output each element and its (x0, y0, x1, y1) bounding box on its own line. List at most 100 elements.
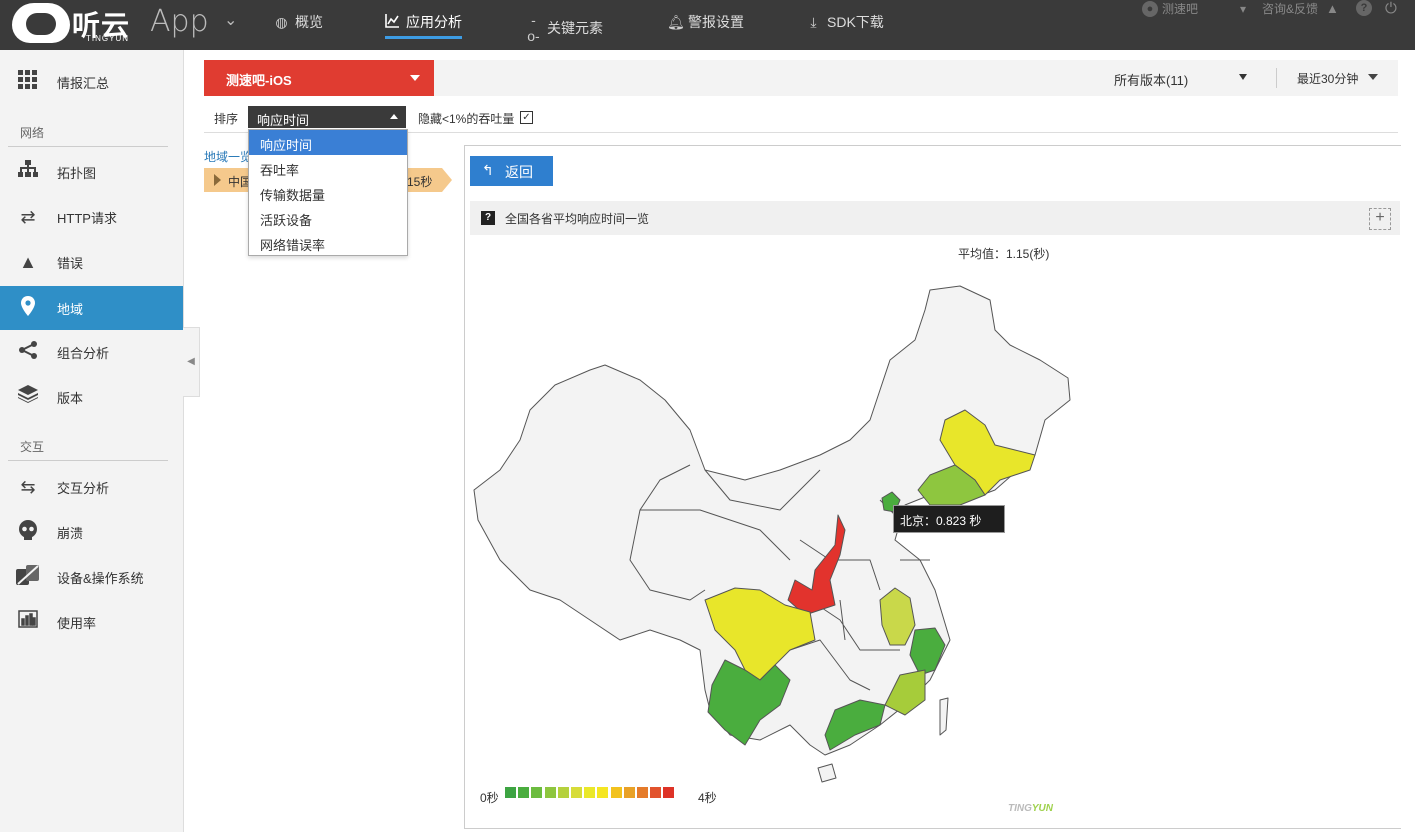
nav-key-elements[interactable]: -o- 关键元素 (526, 12, 603, 44)
time-range-selector[interactable]: 最近30分钟 (1297, 70, 1358, 87)
power-icon[interactable]: ⏻ (1385, 0, 1397, 17)
hide-low-throughput-checkbox[interactable]: ✓ (520, 111, 533, 124)
cloud-logo-icon (12, 3, 70, 43)
legend-swatch (544, 787, 556, 798)
user-name: 测速吧 (1162, 2, 1199, 16)
user-menu[interactable]: ● 测速吧 (1142, 0, 1198, 17)
tingyun-watermark: TINGYUN (1008, 803, 1054, 814)
sidebar-item-http[interactable]: ⇄ HTTP请求 (0, 195, 183, 239)
sidebar-item-label: 组合分析 (57, 345, 110, 361)
legend-swatch (531, 787, 543, 798)
map-tooltip: 北京：0.823 秒 (893, 505, 1005, 533)
feedback-label: 咨询&反馈 (1262, 2, 1319, 16)
app-header-bar: 测速吧-iOS 所有版本(11) 最近30分钟 (204, 60, 1398, 96)
sort-option-network-error-rate[interactable]: 网络错误率 (249, 230, 407, 255)
location-pin-icon (16, 296, 40, 320)
nav-alert-settings[interactable]: 🔔︎ 警报设置 (667, 12, 744, 32)
sort-option-data-volume[interactable]: 传输数据量 (249, 180, 407, 205)
feedback-link[interactable]: 咨询&反馈 ▲ (1262, 0, 1339, 17)
expand-icon[interactable]: + (1369, 208, 1391, 230)
help-icon[interactable]: ? (1356, 0, 1372, 16)
sidebar-item-label: HTTP请求 (57, 210, 117, 226)
legend-swatch (584, 787, 596, 798)
sort-selected-value: 响应时间 (257, 113, 310, 128)
device-os-icon (16, 565, 40, 589)
app-selector[interactable]: 测速吧-iOS (204, 60, 434, 96)
logo-subtext: TINGYUN (86, 34, 129, 43)
sidebar-item-label: 地域 (57, 301, 84, 317)
nav-key-elements-label: 关键元素 (547, 20, 603, 36)
legend-swatch (610, 787, 622, 798)
tooltip-text: 北京：0.823 秒 (900, 514, 982, 528)
back-button[interactable]: ↰ 返回 (470, 156, 553, 186)
legend-swatch (637, 787, 648, 798)
sidebar-group-network: 网络 (20, 126, 45, 140)
sidebar-item-usage[interactable]: 使用率 (0, 600, 183, 644)
version-selector[interactable]: 所有版本(11) (1114, 70, 1188, 89)
divider (8, 460, 168, 461)
nav-overview-label: 概览 (295, 14, 323, 30)
sidebar-item-combined-analysis[interactable]: 组合分析 (0, 330, 183, 374)
legend-low-label: 0秒 (480, 791, 499, 805)
user-avatar-icon: ● (1142, 0, 1158, 17)
sidebar-item-label: 使用率 (57, 615, 97, 631)
legend-swatch (623, 787, 635, 798)
chevron-down-icon[interactable]: ⌄ (224, 10, 237, 30)
play-triangle-icon (214, 174, 221, 186)
top-navigation-bar: 听云 TINGYUN App ⌄ ◍ 概览 应用分析 -o- 关键元素 🔔︎ 警… (0, 0, 1415, 50)
caret-down-icon[interactable] (1368, 74, 1378, 80)
sidebar-item-label: 版本 (57, 390, 84, 406)
sidebar-item-label: 交互分析 (57, 480, 110, 496)
sidebar-item-interaction-analysis[interactable]: ⇆ 交互分析 (0, 465, 183, 509)
region-value: 15秒 (407, 175, 433, 189)
legend-swatch (571, 787, 582, 798)
province-taiwan (939, 697, 949, 736)
caret-down-icon[interactable]: ▾ (1240, 2, 1246, 16)
sidebar-item-label: 设备&操作系统 (57, 570, 144, 586)
sidebar-item-crash[interactable]: 崩溃 (0, 510, 183, 554)
legend-swatch (597, 787, 609, 798)
sort-option-throughput[interactable]: 吞吐率 (249, 155, 407, 180)
nav-alert-settings-label: 警报设置 (688, 14, 744, 30)
sidebar-item-label: 情报汇总 (57, 75, 110, 91)
sort-dropdown-menu: 响应时间 吞吐率 传输数据量 活跃设备 网络错误率 (248, 129, 408, 256)
sidebar-item-device-os[interactable]: 设备&操作系统 (0, 555, 183, 599)
nav-sdk-download[interactable]: ⤓ SDK下载 (806, 12, 883, 32)
sidebar-item-topology[interactable]: 拓扑图 (0, 150, 183, 194)
swap-arrows-icon: ⇄ (20, 207, 36, 227)
nav-app-analysis-label: 应用分析 (406, 14, 462, 30)
product-label[interactable]: App (150, 4, 209, 39)
caret-down-icon[interactable] (1239, 74, 1247, 80)
province-hainan (817, 763, 837, 783)
tingyun-logo[interactable]: 听云 TINGYUN (12, 2, 137, 46)
breadcrumb[interactable]: 地域一览 (204, 148, 252, 165)
caret-up-icon (390, 114, 398, 119)
nav-overview[interactable]: ◍ 概览 (274, 12, 323, 32)
sidebar-item-summary[interactable]: 情报汇总 (0, 60, 183, 104)
sort-select[interactable]: 响应时间 (248, 106, 406, 128)
sort-label: 排序 (214, 112, 239, 126)
line-chart-icon (385, 13, 400, 31)
app-name: 测速吧-iOS (226, 73, 292, 88)
skull-icon (16, 520, 40, 544)
province-yunnan (707, 659, 791, 746)
sidebar-collapse-toggle[interactable]: ◀ (183, 327, 200, 397)
key-element-icon: -o- (527, 12, 540, 44)
sidebar-item-errors[interactable]: ▲ 错误 (0, 240, 183, 284)
hide-low-throughput-label: 隐藏<1%的吞吐量 (418, 112, 515, 126)
sidebar-item-version[interactable]: 版本 (0, 375, 183, 419)
grid-icon (16, 70, 40, 94)
sidebar-item-region[interactable]: 地域 (0, 286, 183, 330)
legend-swatch (557, 787, 569, 798)
nav-app-analysis[interactable]: 应用分析 (385, 12, 462, 39)
chart-title: 全国各省平均响应时间一览 (505, 212, 650, 226)
back-arrow-icon: ↰ (482, 162, 494, 178)
sort-option-response-time[interactable]: 响应时间 (249, 130, 407, 155)
sort-option-active-devices[interactable]: 活跃设备 (249, 205, 407, 230)
legend-swatch (505, 787, 516, 798)
share-icon (16, 340, 40, 364)
china-province-map (473, 285, 1071, 783)
interaction-icon: ⇆ (20, 477, 36, 497)
help-icon[interactable]: ? (481, 211, 495, 225)
layers-icon (16, 385, 40, 409)
